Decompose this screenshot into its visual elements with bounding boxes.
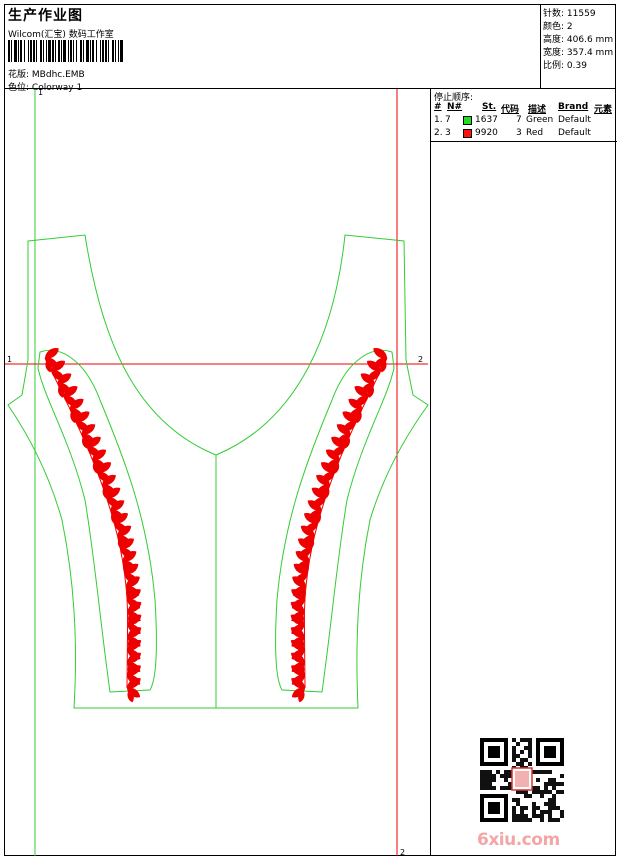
design-label: 花版:: [8, 70, 30, 80]
design-canvas[interactable]: 1 2 1 2: [5, 89, 430, 856]
page-title: 生产作业图: [8, 8, 83, 24]
guide-label-h1: 1: [7, 355, 12, 364]
site-logo: 6xiu.com: [477, 830, 560, 850]
left-leaf-vine: [44, 347, 142, 703]
design-file: 花版: MBdhc.EMB: [8, 67, 85, 80]
row-desc: Red: [526, 128, 544, 138]
design-value: MBdhc.EMB: [31, 70, 85, 80]
col-index: #: [434, 102, 442, 112]
stat-label: 宽度:: [543, 48, 565, 58]
stat-label: 颜色:: [543, 22, 565, 32]
row-brand: Default: [558, 115, 591, 125]
col-code: 代码: [501, 105, 520, 115]
stat-stitches: 针数: 11559: [543, 6, 596, 19]
stat-width: 宽度: 357.4 mm: [543, 45, 613, 58]
barcode: [8, 40, 123, 62]
stat-label: 比例:: [543, 61, 565, 71]
stat-height: 高度: 406.6 mm: [543, 32, 613, 45]
stat-label: 针数:: [543, 9, 565, 19]
garment-outline: [7, 234, 429, 709]
guide-label-v2: 2: [400, 848, 405, 856]
stop-row[interactable]: 1. 7 1637 7 Green Default: [431, 115, 617, 127]
stat-value: 0.39: [566, 61, 587, 71]
company-name: Wilcom(汇宝) 数码工作室: [8, 30, 114, 40]
row-index: 1.: [434, 115, 443, 125]
row-code: 3: [516, 128, 522, 138]
col-stitches: St.: [482, 102, 497, 112]
color-swatch: [463, 116, 472, 125]
col-brand: Brand: [558, 102, 589, 112]
row-brand: Default: [558, 128, 591, 138]
row-needle: 3: [445, 128, 451, 138]
row-code: 7: [516, 115, 522, 125]
guide-label-h2: 2: [418, 355, 423, 364]
stop-table-divider: [431, 141, 617, 142]
row-stitches: 1637: [475, 115, 498, 125]
col-needle: N#: [447, 102, 463, 112]
qr-code: [480, 738, 564, 822]
stop-row[interactable]: 2. 3 9920 3 Red Default: [431, 128, 617, 140]
header: 生产作业图 Wilcom(汇宝) 数码工作室 花版: MBdhc.EMB 色位:…: [5, 5, 540, 93]
stat-value: 357.4 mm: [566, 48, 614, 58]
stat-scale: 比例: 0.39: [543, 58, 587, 71]
stats-panel: 针数: 11559 颜色: 2 高度: 406.6 mm 宽度: 357.4 m…: [540, 5, 616, 88]
col-element: 元素: [594, 105, 613, 115]
stat-value: 2: [566, 22, 573, 32]
right-leaf-vine: [290, 347, 388, 703]
stat-value: 406.6 mm: [566, 35, 614, 45]
stat-value: 11559: [566, 9, 596, 19]
stat-colors: 颜色: 2: [543, 19, 573, 32]
color-swatch: [463, 129, 472, 138]
row-desc: Green: [526, 115, 554, 125]
row-stitches: 9920: [475, 128, 498, 138]
col-desc: 描述: [528, 105, 547, 115]
row-index: 2.: [434, 128, 443, 138]
stat-label: 高度:: [543, 35, 565, 45]
guide-label-v1: 1: [38, 89, 43, 97]
row-needle: 7: [445, 115, 451, 125]
